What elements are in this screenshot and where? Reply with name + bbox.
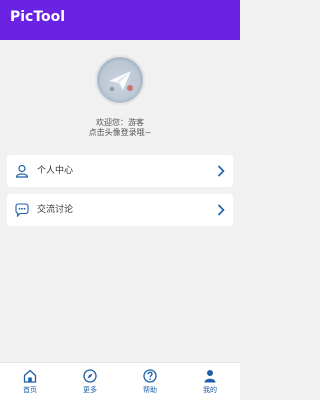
avatar[interactable]	[95, 55, 145, 105]
tab-label: 我的	[203, 386, 217, 394]
tab-label: 首页	[23, 386, 37, 394]
menu-item-discussion[interactable]: 交流讨论	[7, 194, 233, 226]
tab-label: 帮助	[143, 386, 157, 394]
home-icon	[23, 369, 37, 383]
chevron-right-icon	[217, 204, 225, 216]
bottom-tab-bar: 首页 更多 帮助 我的	[0, 362, 240, 400]
chevron-right-icon	[217, 165, 225, 177]
paper-plane-icon	[100, 60, 140, 100]
menu-item-label: 交流讨论	[37, 205, 74, 215]
menu-item-label: 个人中心	[37, 166, 74, 176]
menu-item-personal-center[interactable]: 个人中心	[7, 155, 233, 187]
tab-label: 更多	[83, 386, 97, 394]
user-icon	[15, 164, 29, 178]
welcome-text: 欢迎您：游客	[96, 118, 144, 127]
login-hint-text[interactable]: 点击头像登录哦~	[0, 128, 240, 138]
compass-icon	[83, 369, 97, 383]
profile-section: 欢迎您：游客 点击头像登录哦~	[0, 40, 240, 150]
tab-mine[interactable]: 我的	[180, 363, 240, 400]
app-screen: PicTool 欢迎您：游客 点击头像登录哦~ 个人中心 交流讨论 首页 更多 …	[0, 0, 240, 400]
app-bar: PicTool	[0, 0, 240, 40]
tab-more[interactable]: 更多	[60, 363, 120, 400]
chat-icon	[15, 203, 29, 217]
tab-help[interactable]: 帮助	[120, 363, 180, 400]
tab-home[interactable]: 首页	[0, 363, 60, 400]
help-icon	[143, 369, 157, 383]
app-title: PicTool	[10, 9, 66, 25]
person-icon	[204, 370, 216, 383]
